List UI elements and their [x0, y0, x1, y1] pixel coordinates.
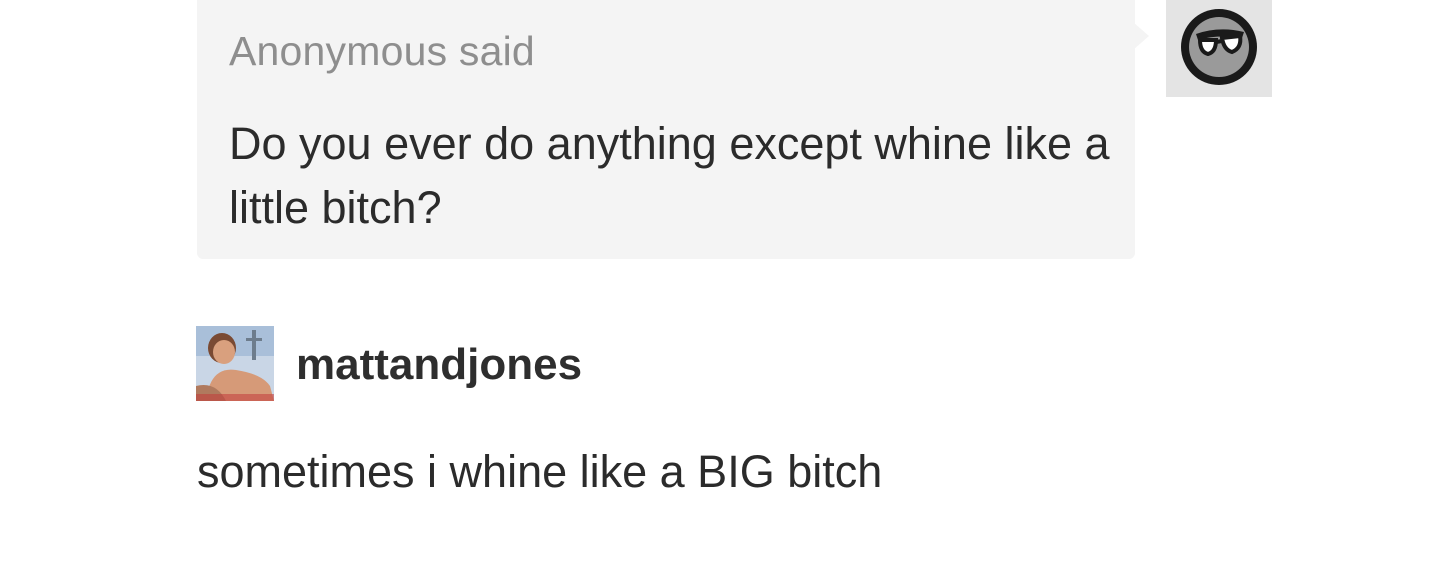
question-text: Do you ever do anything except whine lik…: [229, 118, 1110, 233]
anonymous-sunglasses-icon: [1181, 9, 1257, 85]
ask-bubble-tail: [1133, 22, 1149, 50]
answerer-avatar[interactable]: [196, 326, 274, 401]
anonymous-avatar[interactable]: [1166, 0, 1272, 97]
answerer-username[interactable]: mattandjones: [296, 340, 582, 390]
asker-label: Anonymous said: [229, 28, 535, 74]
answer-text: sometimes i whine like a BIG bitch: [197, 446, 883, 497]
tumblr-ask-post: Anonymous said Do you ever do anything e…: [0, 0, 1440, 565]
user-photo-icon: [196, 326, 274, 401]
